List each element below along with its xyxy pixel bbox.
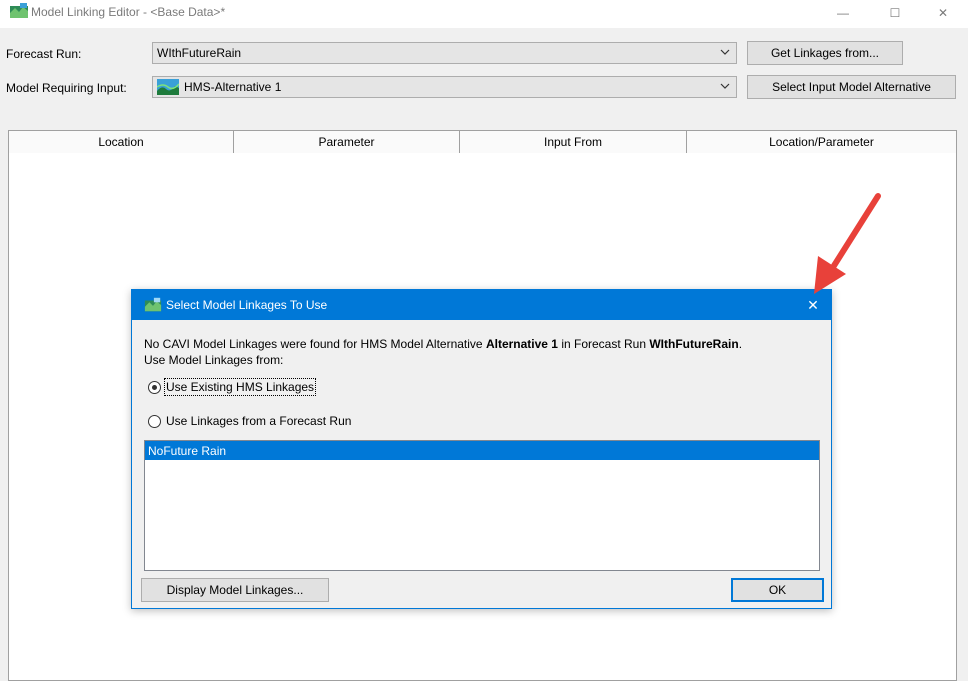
message-text: in Forecast Run <box>557 337 650 351</box>
display-model-linkages-button[interactable]: Display Model Linkages... <box>141 578 329 602</box>
app-icon <box>144 297 162 312</box>
column-header-input-from[interactable]: Input From <box>460 131 687 153</box>
maximize-icon: ☐ <box>889 6 901 20</box>
chevron-down-icon <box>720 83 730 89</box>
dialog-message: No CAVI Model Linkages were found for HM… <box>144 336 824 368</box>
column-header-location-parameter[interactable]: Location/Parameter <box>687 131 956 153</box>
dialog-close-button[interactable]: ✕ <box>803 295 823 315</box>
message-alternative: Alternative 1 <box>485 337 558 351</box>
forecast-run-label: Forecast Run: <box>6 47 82 61</box>
app-icon <box>10 3 28 18</box>
maximize-button[interactable]: ☐ <box>872 0 918 26</box>
message-line2: Use Model Linkages from: <box>144 353 284 367</box>
option-forecast-run[interactable]: Use Linkages from a Forecast Run <box>148 414 351 428</box>
close-icon: ✕ <box>937 6 949 20</box>
close-icon: ✕ <box>807 296 819 313</box>
select-input-model-button[interactable]: Select Input Model Alternative <box>747 75 956 99</box>
option-existing-hms[interactable]: Use Existing HMS Linkages <box>148 378 317 396</box>
model-input-value: HMS-Alternative 1 <box>184 80 282 94</box>
message-forecast-run: WIthFutureRain <box>649 337 739 351</box>
window-titlebar: Model Linking Editor - <Base Data>* — ☐ … <box>0 0 968 28</box>
option-forecast-label: Use Linkages from a Forecast Run <box>166 414 352 428</box>
window-title: Model Linking Editor - <Base Data>* <box>31 5 226 19</box>
model-input-combo[interactable]: HMS-Alternative 1 <box>152 76 737 98</box>
window-close-button[interactable]: ✕ <box>920 0 966 26</box>
list-item[interactable]: NoFuture Rain <box>145 441 819 460</box>
column-header-location[interactable]: Location <box>9 131 234 153</box>
forecast-run-value: WIthFutureRain <box>157 46 242 60</box>
radio-checked-icon[interactable] <box>148 380 161 394</box>
forecast-run-list[interactable]: NoFuture Rain <box>144 440 820 571</box>
message-text: No CAVI Model Linkages were found for HM… <box>144 337 486 351</box>
dialog-titlebar: Select Model Linkages To Use ✕ <box>132 290 831 320</box>
hms-model-icon <box>157 79 179 95</box>
select-linkages-dialog: Select Model Linkages To Use ✕ No CAVI M… <box>131 289 832 609</box>
get-linkages-button[interactable]: Get Linkages from... <box>747 41 903 65</box>
message-text: . <box>738 337 743 351</box>
minimize-icon: — <box>837 6 849 20</box>
dialog-title: Select Model Linkages To Use <box>166 298 328 312</box>
forecast-run-combo[interactable]: WIthFutureRain <box>152 42 737 64</box>
radio-unchecked-icon[interactable] <box>148 414 161 428</box>
ok-button[interactable]: OK <box>731 578 824 602</box>
model-input-label: Model Requiring Input: <box>6 81 127 95</box>
chevron-down-icon <box>720 49 730 55</box>
minimize-button[interactable]: — <box>820 0 866 26</box>
option-existing-label: Use Existing HMS Linkages <box>163 378 317 396</box>
table-header: Location Parameter Input From Location/P… <box>9 131 956 153</box>
column-header-parameter[interactable]: Parameter <box>234 131 460 153</box>
